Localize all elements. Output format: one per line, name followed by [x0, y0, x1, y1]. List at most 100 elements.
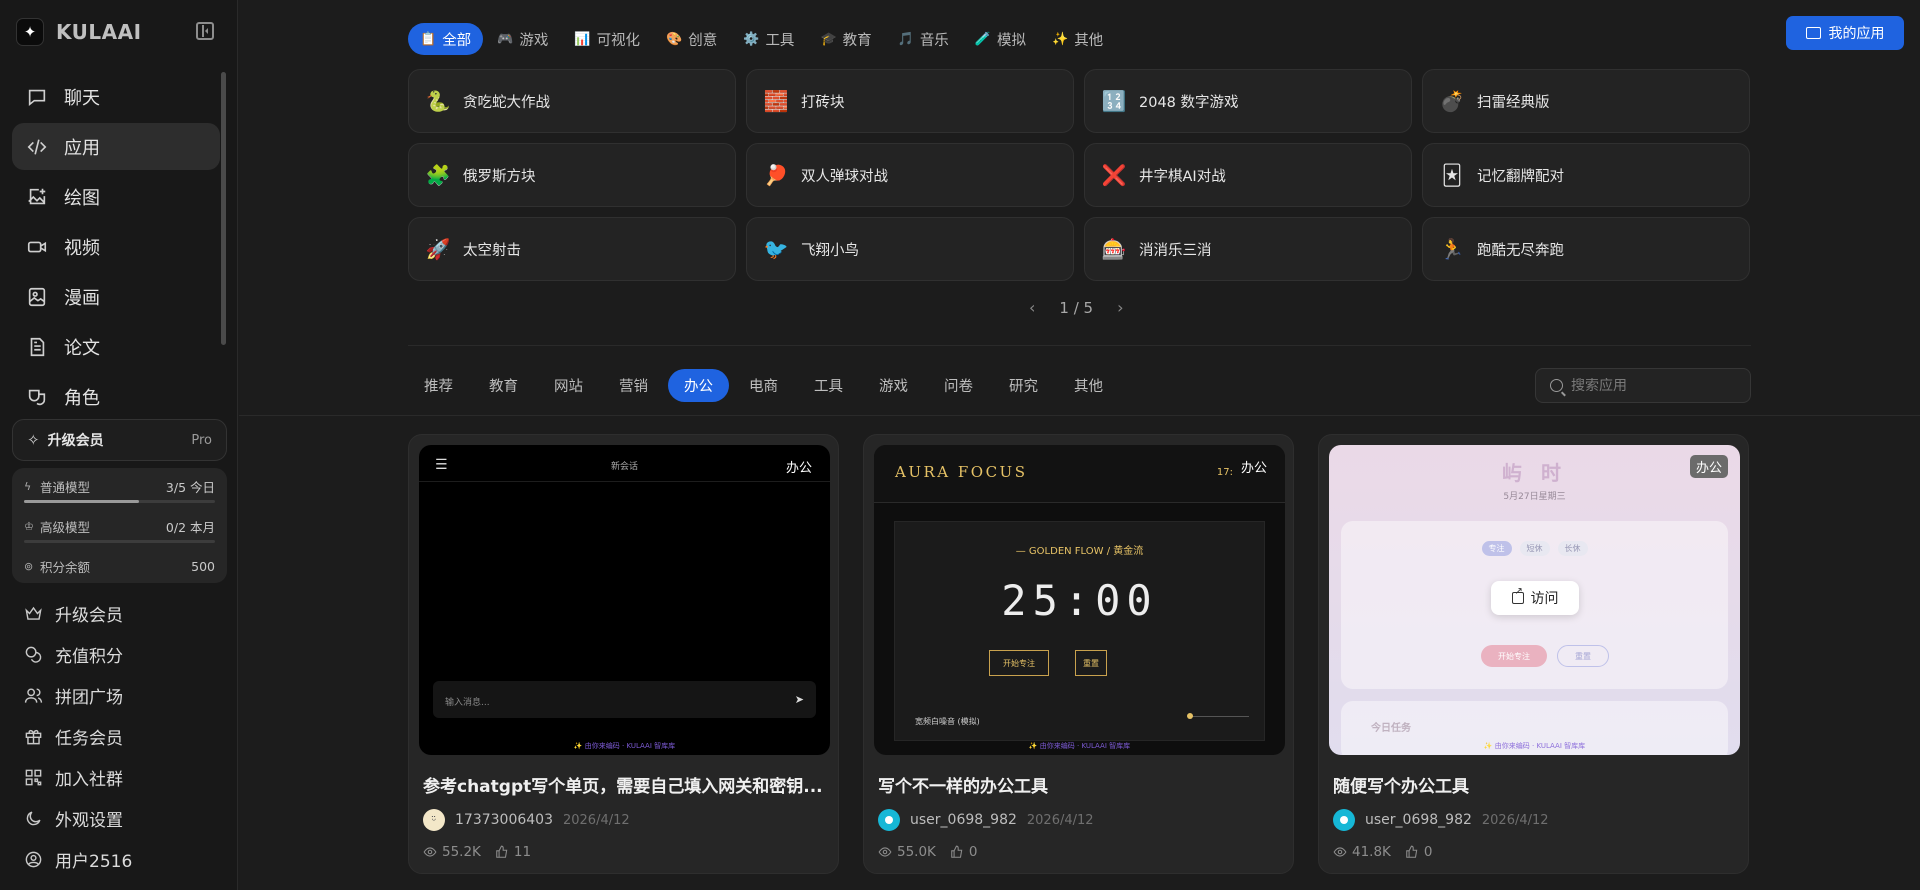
- filter-tabs: 推荐 教育 网站 营销 办公 电商 工具 游戏 问卷 研究 其他: [408, 369, 1123, 402]
- filter-tab[interactable]: 教育: [473, 369, 534, 402]
- preview-reset-button: 重置: [1075, 650, 1107, 676]
- app-stats: 55.2K 11: [423, 844, 824, 860]
- menu-appearance[interactable]: 外观设置: [12, 798, 227, 839]
- nav-item-paper[interactable]: 论文: [12, 323, 220, 370]
- sparkles-icon: ✨: [1052, 31, 1069, 47]
- tab-label: 全部: [442, 32, 472, 49]
- menu-group-buy[interactable]: 拼团广场: [12, 675, 227, 716]
- game-card[interactable]: 🏃 跑酷无尽奔跑: [1422, 217, 1750, 281]
- quota-row: ♔ 高级模型 0/2 本月: [24, 516, 215, 536]
- sidebar-collapse-icon[interactable]: [196, 22, 214, 40]
- app-title[interactable]: 写个不一样的办公工具: [878, 772, 1279, 797]
- tab-games[interactable]: 🎮 游戏: [485, 23, 560, 55]
- menu-community[interactable]: 加入社群: [12, 757, 227, 798]
- tab-all[interactable]: 📋 全部: [408, 23, 484, 55]
- users-icon: [24, 688, 43, 703]
- bird-icon: 🐦: [763, 237, 789, 261]
- menu-label: 拼团广场: [55, 688, 123, 708]
- prev-page-icon[interactable]: ‹: [1029, 298, 1035, 317]
- filter-tab[interactable]: 工具: [798, 369, 859, 402]
- author-name[interactable]: user_0698_982: [1365, 812, 1472, 828]
- filter-tab[interactable]: 网站: [538, 369, 599, 402]
- likes-count: 11: [513, 844, 532, 860]
- likes-stat[interactable]: 0: [1405, 844, 1433, 860]
- game-label: 打砖块: [801, 94, 845, 111]
- tab-education[interactable]: 🎓 教育: [808, 23, 883, 55]
- avatar[interactable]: [878, 809, 900, 831]
- avatar[interactable]: [1333, 809, 1355, 831]
- game-card[interactable]: 🏓 双人弹球对战: [746, 143, 1074, 207]
- game-card[interactable]: 💣 扫雷经典版: [1422, 69, 1750, 133]
- game-card[interactable]: 🧩 俄罗斯方块: [408, 143, 736, 207]
- filter-tab-office[interactable]: 办公: [668, 369, 729, 402]
- nav-item-label: 论文: [64, 337, 100, 359]
- menu-user[interactable]: 用户2516: [12, 839, 227, 880]
- filter-tab[interactable]: 其他: [1058, 369, 1119, 402]
- app-stats: 55.0K 0: [878, 844, 1279, 860]
- likes-stat[interactable]: 11: [495, 844, 531, 860]
- views-stat: 55.2K: [423, 844, 481, 860]
- avatar[interactable]: ᵕ̈: [423, 809, 445, 831]
- menu-task[interactable]: 任务会员: [12, 716, 227, 757]
- menu-upgrade[interactable]: 升级会员: [12, 593, 227, 634]
- tab-tools[interactable]: ⚙️ 工具: [731, 23, 806, 55]
- game-card[interactable]: ❌ 井字棋AI对战: [1084, 143, 1412, 207]
- tab-visualization[interactable]: 📊 可视化: [562, 23, 652, 55]
- crown-icon: ♔: [24, 519, 34, 533]
- publish-date: 2026/4/12: [1026, 812, 1094, 828]
- app-card[interactable]: AURA FOCUS 17: — GOLDEN FLOW / 黄金流 25:00…: [863, 434, 1294, 874]
- tab-other[interactable]: ✨ 其他: [1040, 23, 1115, 55]
- filter-tab[interactable]: 电商: [733, 369, 794, 402]
- filter-tab[interactable]: 研究: [993, 369, 1054, 402]
- app-preview[interactable]: ☰ 新会话 输入消息... ➤ ✨ 由你来编码 · KULAAI 智库库 办公: [419, 445, 830, 755]
- upgrade-card[interactable]: ✧ 升级会员 Pro: [12, 419, 227, 461]
- image-plus-icon: [26, 186, 48, 208]
- game-card[interactable]: 🧱 打砖块: [746, 69, 1074, 133]
- game-card[interactable]: 🐦 飞翔小鸟: [746, 217, 1074, 281]
- preview-divider: [419, 481, 830, 482]
- numbers-icon: 🔢: [1101, 89, 1127, 113]
- likes-stat[interactable]: 0: [950, 844, 978, 860]
- brand[interactable]: ✦ KULAAI: [16, 17, 142, 47]
- nav-item-draw[interactable]: 绘图: [12, 173, 220, 220]
- nav-item-video[interactable]: 视频: [12, 223, 220, 270]
- filter-tab[interactable]: 问卷: [928, 369, 989, 402]
- game-card[interactable]: 🔢 2048 数字游戏: [1084, 69, 1412, 133]
- game-card[interactable]: 🃏 记忆翻牌配对: [1422, 143, 1750, 207]
- game-card[interactable]: 🐍 贪吃蛇大作战: [408, 69, 736, 133]
- nav-item-comic[interactable]: 漫画: [12, 273, 220, 320]
- tab-simulation[interactable]: 🧪 模拟: [963, 23, 1038, 55]
- filter-tab[interactable]: 推荐: [408, 369, 469, 402]
- app-title[interactable]: 参考chatgpt写个单页，需要自己填入网关和密钥...: [423, 772, 824, 797]
- app-preview[interactable]: AURA FOCUS 17: — GOLDEN FLOW / 黄金流 25:00…: [874, 445, 1285, 755]
- crown-icon: [25, 606, 42, 620]
- app-title[interactable]: 随便写个办公工具: [1333, 772, 1734, 797]
- author-name[interactable]: user_0698_982: [910, 812, 1017, 828]
- menu-recharge[interactable]: 充值积分: [12, 634, 227, 675]
- external-link-icon: [1511, 586, 1524, 604]
- nav-item-role[interactable]: 角色: [12, 373, 220, 409]
- visit-button[interactable]: 访问: [1491, 581, 1579, 615]
- nav-item-apps[interactable]: 应用: [12, 123, 220, 170]
- gamepad-icon: 🎮: [497, 31, 514, 47]
- tab-music[interactable]: 🎵 音乐: [886, 23, 961, 55]
- search-box[interactable]: [1535, 368, 1751, 403]
- app-preview[interactable]: 屿 时 5月27日星期三 专注 短休 长休 开始专注 重置 今日任务 ✨ 由你来…: [1329, 445, 1740, 755]
- search-input[interactable]: [1571, 377, 1731, 394]
- tab-creative[interactable]: 🎨 创意: [654, 23, 729, 55]
- game-card[interactable]: 🚀 太空射击: [408, 217, 736, 281]
- app-card[interactable]: 屿 时 5月27日星期三 专注 短休 长休 开始专注 重置 今日任务 ✨ 由你来…: [1318, 434, 1749, 874]
- main-nav: 聊天 应用 绘图 视频 漫画 论文 角色: [12, 73, 220, 409]
- filter-tab[interactable]: 游戏: [863, 369, 924, 402]
- sidebar-scrollbar[interactable]: [221, 72, 226, 345]
- my-apps-button[interactable]: 我的应用: [1786, 16, 1904, 50]
- author-name[interactable]: 17373006403: [455, 812, 553, 828]
- app-meta: ᵕ̈ 17373006403 2026/4/12: [423, 809, 824, 831]
- filter-tab[interactable]: 营销: [603, 369, 664, 402]
- app-card[interactable]: ☰ 新会话 输入消息... ➤ ✨ 由你来编码 · KULAAI 智库库 办公 …: [408, 434, 839, 874]
- music-note-icon: 🎵: [897, 31, 914, 47]
- game-label: 2048 数字游戏: [1139, 94, 1239, 111]
- next-page-icon[interactable]: ›: [1117, 298, 1123, 317]
- nav-item-chat[interactable]: 聊天: [12, 73, 220, 120]
- game-card[interactable]: 🎰 消消乐三消: [1084, 217, 1412, 281]
